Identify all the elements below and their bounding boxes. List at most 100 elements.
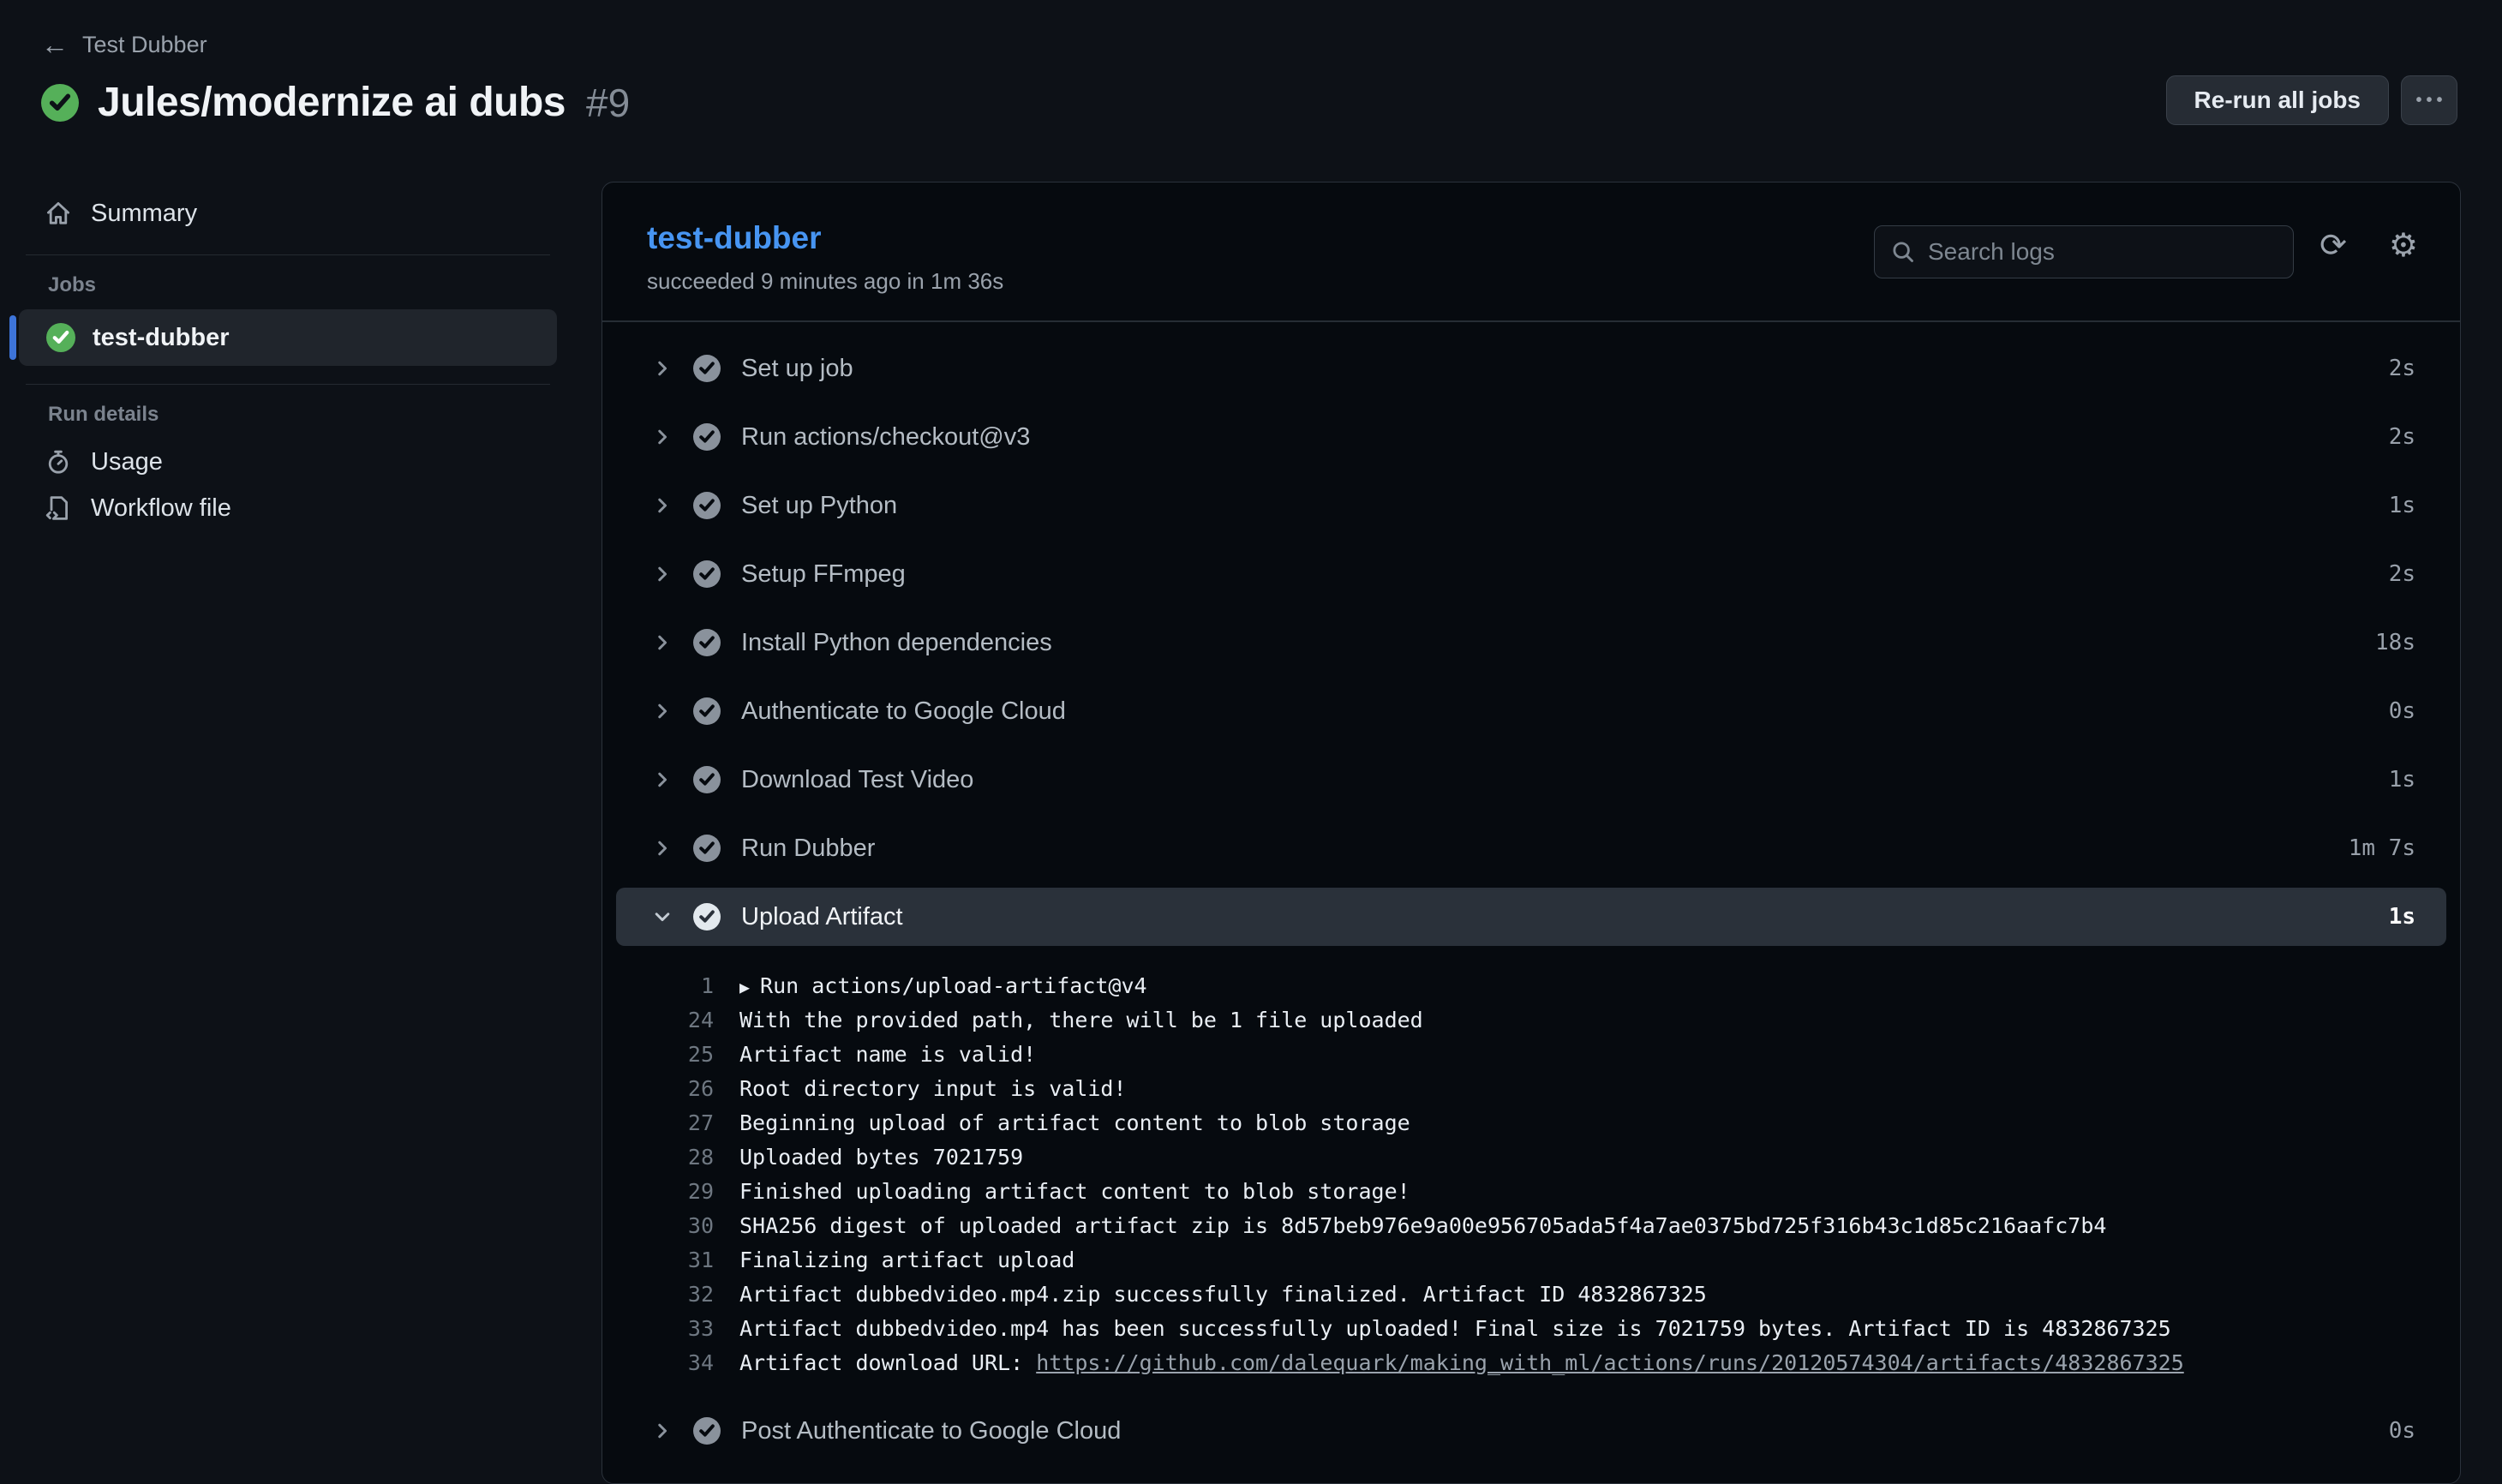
more-options-button[interactable]: ••• bbox=[2401, 75, 2457, 125]
step-row-post-authenticate-google-cloud[interactable]: Post Authenticate to Google Cloud 0s bbox=[602, 1397, 2460, 1465]
artifact-download-url-link[interactable]: https://github.com/dalequark/making_with… bbox=[1036, 1350, 2184, 1375]
step-success-check-icon bbox=[693, 903, 721, 930]
log-line[interactable]: 30 SHA256 digest of uploaded artifact zi… bbox=[602, 1208, 2460, 1242]
log-line[interactable]: 31 Finalizing artifact upload bbox=[602, 1242, 2460, 1277]
log-line[interactable]: 25 Artifact name is valid! bbox=[602, 1037, 2460, 1071]
step-duration: 1s bbox=[2389, 767, 2415, 793]
job-title-link[interactable]: test-dubber bbox=[647, 220, 822, 256]
search-logs-input[interactable] bbox=[1928, 238, 2278, 266]
log-line[interactable]: 34 Artifact download URL: https://github… bbox=[602, 1345, 2460, 1379]
refresh-logs-icon[interactable]: ⟳ bbox=[2319, 229, 2347, 261]
log-line[interactable]: 26 Root directory input is valid! bbox=[602, 1071, 2460, 1105]
job-status-line: succeeded 9 minutes ago in 1m 36s bbox=[647, 268, 1003, 295]
log-line-number[interactable]: 33 bbox=[602, 1316, 714, 1341]
file-code-icon bbox=[45, 494, 72, 522]
breadcrumb[interactable]: ← Test Dubber bbox=[41, 31, 630, 58]
step-duration: 2s bbox=[2389, 561, 2415, 587]
log-line[interactable]: 24 With the provided path, there will be… bbox=[602, 1002, 2460, 1037]
step-row-set-up-python[interactable]: Set up Python 1s bbox=[602, 471, 2460, 540]
job-log-panel: test-dubber succeeded 9 minutes ago in 1… bbox=[602, 182, 2461, 1484]
sidebar: Summary Jobs test-dubber Run details Usa… bbox=[19, 190, 557, 531]
log-line-number[interactable]: 27 bbox=[602, 1110, 714, 1135]
log-line-number[interactable]: 25 bbox=[602, 1042, 714, 1067]
step-row-download-test-video[interactable]: Download Test Video 1s bbox=[602, 745, 2460, 814]
step-label: Run Dubber bbox=[741, 835, 875, 863]
step-row-authenticate-google-cloud[interactable]: Authenticate to Google Cloud 0s bbox=[602, 677, 2460, 745]
log-line-number[interactable]: 28 bbox=[602, 1145, 714, 1170]
step-row-set-up-job[interactable]: Set up job 2s bbox=[602, 334, 2460, 403]
sidebar-item-workflow-file[interactable]: Workflow file bbox=[19, 485, 557, 531]
search-icon bbox=[1890, 239, 1916, 265]
log-line[interactable]: 33 Artifact dubbedvideo.mp4 has been suc… bbox=[602, 1311, 2460, 1345]
log-line-number[interactable]: 1 bbox=[602, 973, 714, 998]
step-duration: 18s bbox=[2375, 630, 2415, 655]
step-label: Authenticate to Google Cloud bbox=[741, 697, 1066, 726]
log-line-text: SHA256 digest of uploaded artifact zip i… bbox=[739, 1213, 2106, 1238]
step-duration: 2s bbox=[2389, 356, 2415, 381]
sidebar-item-summary[interactable]: Summary bbox=[19, 190, 557, 236]
log-line-number[interactable]: 34 bbox=[602, 1350, 714, 1375]
log-line-number[interactable]: 29 bbox=[602, 1179, 714, 1204]
search-logs-box[interactable] bbox=[1874, 225, 2294, 278]
log-line-number[interactable]: 31 bbox=[602, 1248, 714, 1272]
sidebar-run-details-section-label: Run details bbox=[19, 403, 557, 427]
sidebar-divider bbox=[26, 384, 550, 385]
step-row-checkout[interactable]: Run actions/checkout@v3 2s bbox=[602, 403, 2460, 471]
log-group-play-icon[interactable]: ▶ bbox=[739, 977, 750, 997]
log-line-number[interactable]: 30 bbox=[602, 1213, 714, 1238]
rerun-all-jobs-button[interactable]: Re-run all jobs bbox=[2166, 75, 2389, 125]
step-success-check-icon bbox=[693, 629, 721, 656]
step-label: Post Authenticate to Google Cloud bbox=[741, 1417, 1121, 1445]
home-icon bbox=[45, 200, 72, 227]
sidebar-job-name: test-dubber bbox=[93, 324, 230, 352]
step-row-run-dubber[interactable]: Run Dubber 1m 7s bbox=[602, 814, 2460, 883]
step-duration: 1s bbox=[2389, 493, 2415, 518]
back-arrow-icon[interactable]: ← bbox=[41, 31, 69, 58]
log-line-text: Uploaded bytes 7021759 bbox=[739, 1145, 1023, 1170]
step-label: Setup FFmpeg bbox=[741, 560, 906, 589]
step-success-check-icon bbox=[693, 697, 721, 725]
step-success-check-icon bbox=[693, 423, 721, 451]
sidebar-item-usage[interactable]: Usage bbox=[19, 439, 557, 485]
log-line-text: Finalizing artifact upload bbox=[739, 1248, 1074, 1272]
kebab-icon: ••• bbox=[2415, 91, 2446, 111]
step-row-upload-artifact-expanded[interactable]: Upload Artifact 1s bbox=[616, 888, 2446, 946]
sidebar-jobs-section-label: Jobs bbox=[19, 273, 557, 297]
step-label: Upload Artifact bbox=[741, 903, 903, 931]
log-line-number[interactable]: 26 bbox=[602, 1076, 714, 1101]
log-line-text: Artifact download URL: bbox=[739, 1350, 1036, 1375]
log-line-text: Finished uploading artifact content to b… bbox=[739, 1179, 1410, 1204]
breadcrumb-label[interactable]: Test Dubber bbox=[82, 32, 207, 58]
step-success-check-icon bbox=[693, 492, 721, 519]
sidebar-item-job-test-dubber[interactable]: test-dubber bbox=[19, 309, 557, 366]
sidebar-summary-label: Summary bbox=[91, 200, 197, 228]
page-header: ← Test Dubber Jules/modernize ai dubs #9 bbox=[41, 31, 630, 126]
log-line-text: Artifact dubbedvideo.mp4 has been succes… bbox=[739, 1316, 2171, 1341]
step-success-check-icon bbox=[693, 1417, 721, 1445]
step-row-install-python-dependencies[interactable]: Install Python dependencies 18s bbox=[602, 608, 2460, 677]
run-title-row: Jules/modernize ai dubs #9 bbox=[41, 79, 630, 126]
log-line-text: With the provided path, there will be 1 … bbox=[739, 1008, 1423, 1032]
step-log-output: 1 ▶ Run actions/upload-artifact@v4 24 Wit… bbox=[602, 946, 2460, 1379]
chevron-right-icon bbox=[650, 769, 674, 791]
log-line[interactable]: 29 Finished uploading artifact content t… bbox=[602, 1174, 2460, 1208]
job-success-check-icon bbox=[46, 323, 75, 352]
step-success-check-icon bbox=[693, 835, 721, 862]
chevron-right-icon bbox=[650, 837, 674, 859]
log-line[interactable]: 1 ▶ Run actions/upload-artifact@v4 bbox=[602, 968, 2460, 1002]
step-duration: 2s bbox=[2389, 424, 2415, 450]
log-line[interactable]: 28 Uploaded bytes 7021759 bbox=[602, 1140, 2460, 1174]
log-line-number[interactable]: 24 bbox=[602, 1008, 714, 1032]
log-settings-gear-icon[interactable]: ⚙ bbox=[2389, 229, 2418, 261]
step-duration: 1s bbox=[2389, 904, 2415, 930]
job-panel-header: test-dubber succeeded 9 minutes ago in 1… bbox=[602, 183, 2460, 322]
chevron-right-icon bbox=[650, 700, 674, 722]
log-line-text: Artifact name is valid! bbox=[739, 1042, 1036, 1067]
log-line-number[interactable]: 32 bbox=[602, 1282, 714, 1307]
step-label: Set up Python bbox=[741, 492, 897, 520]
step-row-setup-ffmpeg[interactable]: Setup FFmpeg 2s bbox=[602, 540, 2460, 608]
chevron-right-icon bbox=[650, 631, 674, 654]
log-line[interactable]: 27 Beginning upload of artifact content … bbox=[602, 1105, 2460, 1140]
log-line-text: Run actions/upload-artifact@v4 bbox=[760, 973, 1147, 998]
log-line[interactable]: 32 Artifact dubbedvideo.mp4.zip successf… bbox=[602, 1277, 2460, 1311]
